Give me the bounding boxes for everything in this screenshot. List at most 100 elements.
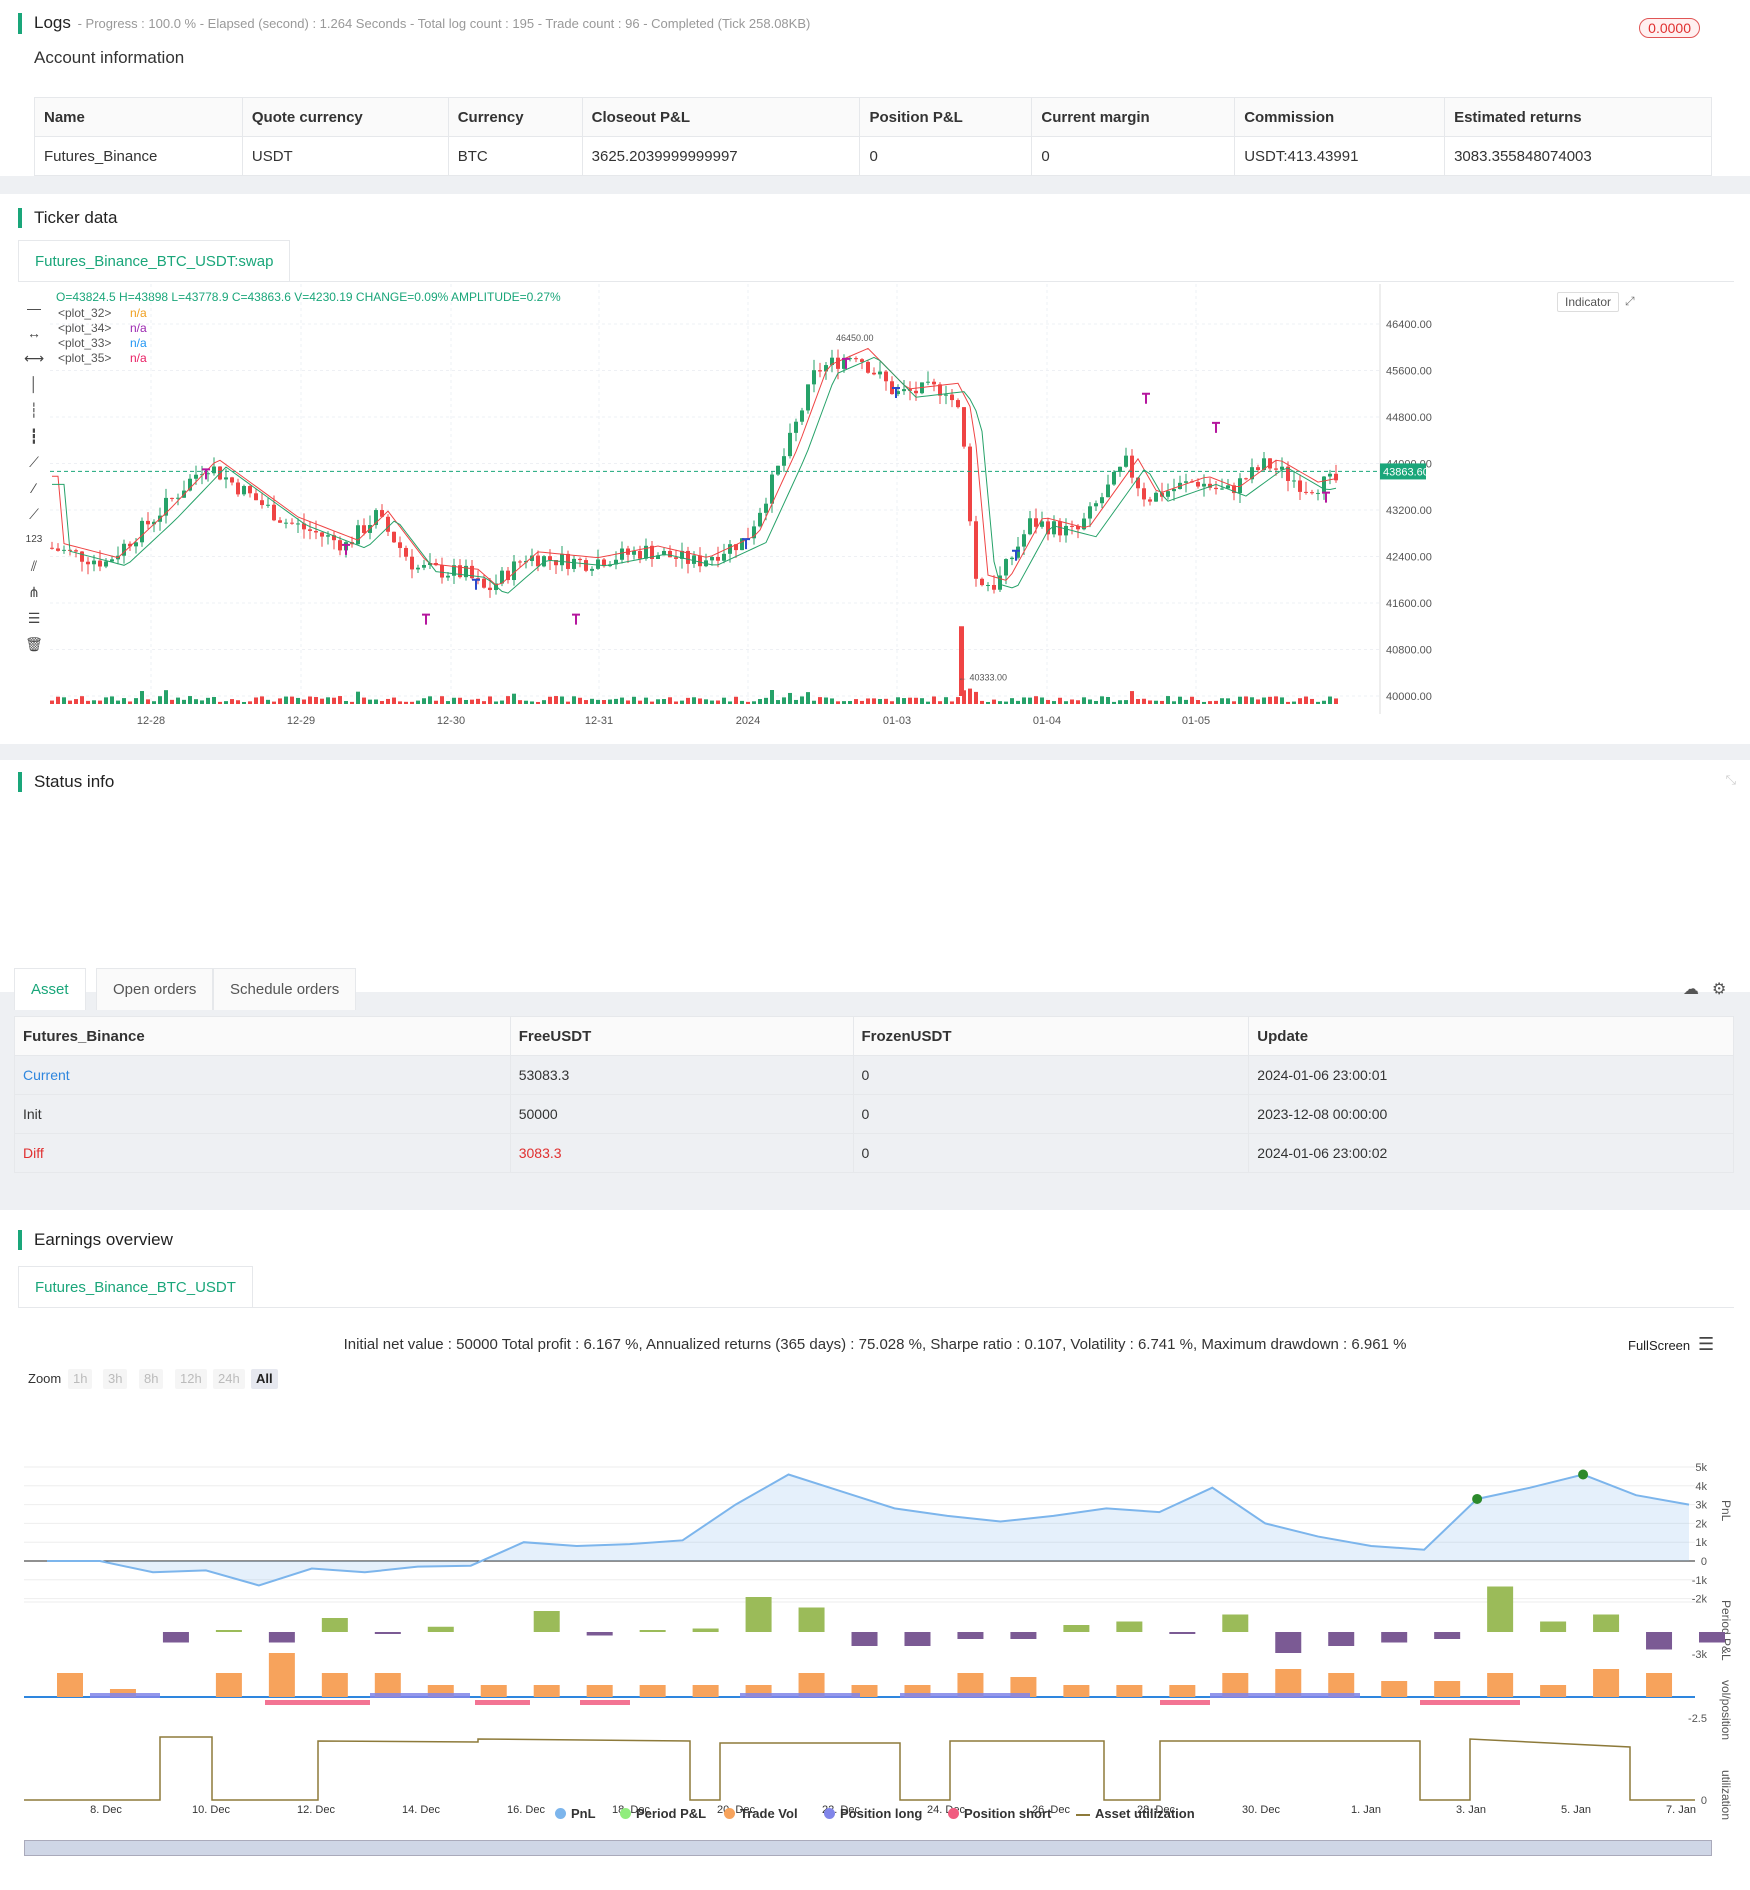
- settings-gear-icon[interactable]: ⚙: [1712, 979, 1726, 999]
- volume-bar: [1100, 696, 1104, 704]
- ray-line-icon[interactable]: ↔: [24, 323, 44, 343]
- volume-bar: [986, 701, 990, 704]
- account-header-cell: Name: [34, 97, 243, 137]
- volume-bar: [194, 699, 198, 704]
- candle-body: [1172, 488, 1176, 492]
- zoom-button-8h[interactable]: 8h: [139, 1369, 164, 1389]
- zoom-button-1h[interactable]: 1h: [68, 1369, 93, 1389]
- candle-body: [950, 394, 954, 401]
- vertical-ray-icon[interactable]: ┇: [24, 426, 44, 446]
- trend-angle-icon[interactable]: ∕: [24, 478, 44, 498]
- tab-earnings-symbol[interactable]: Futures_Binance_BTC_USDT: [18, 1266, 253, 1308]
- candle-body: [1202, 483, 1206, 487]
- legend-item[interactable]: Position short: [948, 1806, 1051, 1821]
- legend-item[interactable]: PnL: [555, 1806, 596, 1821]
- candle-body: [1220, 488, 1224, 490]
- trash-icon[interactable]: 🗑: [24, 634, 44, 654]
- volume-bar: [308, 696, 312, 704]
- volume-bar: [170, 699, 174, 704]
- trade-marker: [572, 613, 580, 625]
- volume-bar: [1256, 699, 1260, 704]
- pnl-tick-label: 4k: [1695, 1481, 1707, 1493]
- trend-line-icon[interactable]: ⟋: [24, 452, 44, 472]
- cloud-download-icon[interactable]: ☁: [1683, 979, 1699, 999]
- candle-body: [1298, 480, 1302, 492]
- extended-line-icon[interactable]: ⟷: [24, 348, 44, 368]
- navigator-scrollbar[interactable]: [24, 1840, 1712, 1856]
- volume-bar: [392, 697, 396, 704]
- volume-bar: [1262, 697, 1266, 704]
- volume-bar: [134, 698, 138, 704]
- date-tick-label: 12-29: [287, 715, 315, 727]
- volume-bar: [1226, 698, 1230, 704]
- zoom-button-All[interactable]: All: [251, 1369, 278, 1389]
- volume-bar: [86, 700, 90, 704]
- candle-body: [260, 500, 264, 506]
- candle-body: [104, 561, 108, 567]
- position-bar: [1160, 1700, 1210, 1705]
- tab-ticker-symbol[interactable]: Futures_Binance_BTC_USDT:swap: [18, 240, 291, 282]
- earnings-title: Earnings overview: [18, 1230, 173, 1250]
- volume-bar: [710, 700, 714, 704]
- legend-item[interactable]: Position long: [824, 1806, 922, 1821]
- fullscreen-button[interactable]: FullScreen: [1628, 1338, 1690, 1353]
- segment-icon[interactable]: ⟋: [24, 504, 44, 524]
- tab-open-orders[interactable]: Open orders: [96, 968, 214, 1010]
- trade-vol-bar: [1381, 1681, 1408, 1697]
- zoom-button-24h[interactable]: 24h: [213, 1369, 245, 1389]
- candle-body: [170, 497, 174, 499]
- tab-asset[interactable]: Asset: [14, 968, 86, 1010]
- candle-body: [698, 555, 702, 567]
- period-bar: [1540, 1621, 1567, 1632]
- candle-body: [674, 557, 678, 559]
- tab-schedule-orders[interactable]: Schedule orders: [213, 968, 357, 1010]
- vertical-segment-icon[interactable]: ┆: [24, 400, 44, 420]
- candle-body: [236, 482, 240, 495]
- volume-bar: [740, 700, 744, 704]
- axis-name-label: utilization: [1719, 1770, 1733, 1820]
- axis-name-label: vol/position: [1719, 1680, 1733, 1740]
- pitchfork-icon[interactable]: ⋔: [24, 582, 44, 602]
- volume-bar: [1028, 697, 1032, 704]
- collapse-icon[interactable]: ⤡: [1726, 772, 1736, 788]
- candle-body: [242, 486, 246, 495]
- candle-body: [1124, 455, 1128, 467]
- legend-item[interactable]: Trade Vol: [724, 1806, 798, 1821]
- legend-item[interactable]: Period P&L: [620, 1806, 706, 1821]
- price-label-icon[interactable]: 123: [24, 530, 44, 550]
- volume-bar: [1082, 697, 1086, 704]
- candle-body: [1094, 503, 1098, 507]
- parallel-channel-icon[interactable]: ⫽: [24, 556, 44, 576]
- zoom-button-12h[interactable]: 12h: [175, 1369, 207, 1389]
- volume-bar: [332, 697, 336, 704]
- date-tick-label: 12-28: [137, 715, 165, 727]
- candle-body: [248, 486, 252, 494]
- ma-line-red: [52, 347, 1337, 586]
- position-bar: [580, 1700, 630, 1705]
- volume-bar: [404, 701, 408, 704]
- candle-body: [914, 390, 918, 394]
- candle-body: [668, 550, 672, 558]
- volume-bar: [1058, 697, 1062, 704]
- candle-body: [386, 516, 390, 532]
- candle-body: [140, 520, 144, 543]
- candle-body: [926, 381, 930, 383]
- fib-levels-icon[interactable]: ☰: [24, 608, 44, 628]
- pnl-tick-label: 3k: [1695, 1500, 1707, 1512]
- legend-item[interactable]: Asset utilization: [1076, 1806, 1195, 1821]
- volume-bar: [284, 696, 288, 704]
- horizontal-line-icon[interactable]: —: [24, 298, 44, 318]
- price-tick-label: 41600.00: [1386, 598, 1432, 610]
- candle-body: [1166, 491, 1170, 497]
- candle-body: [1064, 525, 1068, 536]
- zoom-button-3h[interactable]: 3h: [103, 1369, 128, 1389]
- volume-bar: [848, 701, 852, 704]
- vertical-line-icon[interactable]: │: [24, 374, 44, 394]
- candlestick-chart[interactable]: 46400.0045600.0044800.0044000.0043200.00…: [46, 284, 1746, 754]
- period-bar: [427, 1626, 454, 1632]
- volume-bar: [548, 696, 552, 704]
- candle-body: [338, 540, 342, 551]
- logs-badge[interactable]: 0.0000: [1639, 18, 1700, 38]
- account-title: Account information: [34, 48, 185, 67]
- menu-icon[interactable]: ☰: [1698, 1334, 1714, 1355]
